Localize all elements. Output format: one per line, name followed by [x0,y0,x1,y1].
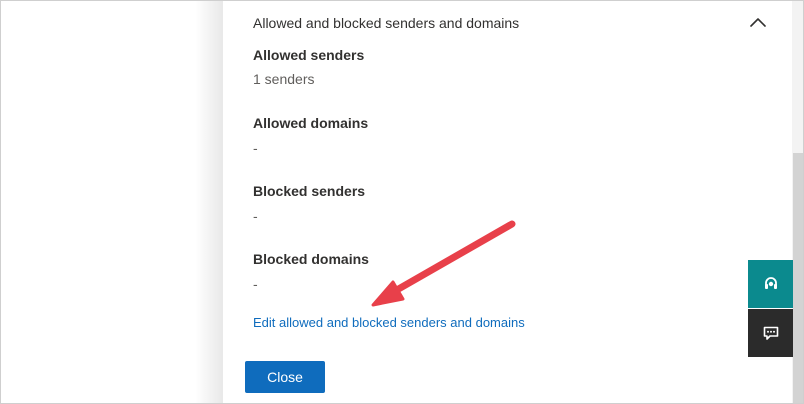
allowed-domains-label: Allowed domains [253,115,369,131]
blocked-senders-value: - [253,208,258,224]
allowed-senders-value: 1 senders [253,71,315,87]
panel-scrollbar-thumb[interactable] [793,153,803,403]
allowed-domains-value: - [253,140,258,156]
close-button[interactable]: Close [245,361,325,393]
blocked-domains-label: Blocked domains [253,251,369,267]
details-panel: Allowed and blocked senders and domains … [223,1,792,403]
feedback-widget-button[interactable] [748,309,793,357]
blocked-senders-label: Blocked senders [253,183,366,199]
page-backdrop [1,1,223,403]
allowed-senders-label: Allowed senders [253,47,365,63]
chat-icon [763,326,778,340]
panel-shadow [195,1,223,403]
chevron-up-icon[interactable] [748,14,768,30]
section-title: Allowed and blocked senders and domains [253,15,520,31]
screen-frame: Allowed and blocked senders and domains … [0,0,804,404]
edit-senders-domains-link[interactable]: Edit allowed and blocked senders and dom… [253,314,525,332]
support-widget-button[interactable] [748,260,793,308]
blocked-domains-value: - [253,276,258,292]
headset-icon [764,277,777,289]
